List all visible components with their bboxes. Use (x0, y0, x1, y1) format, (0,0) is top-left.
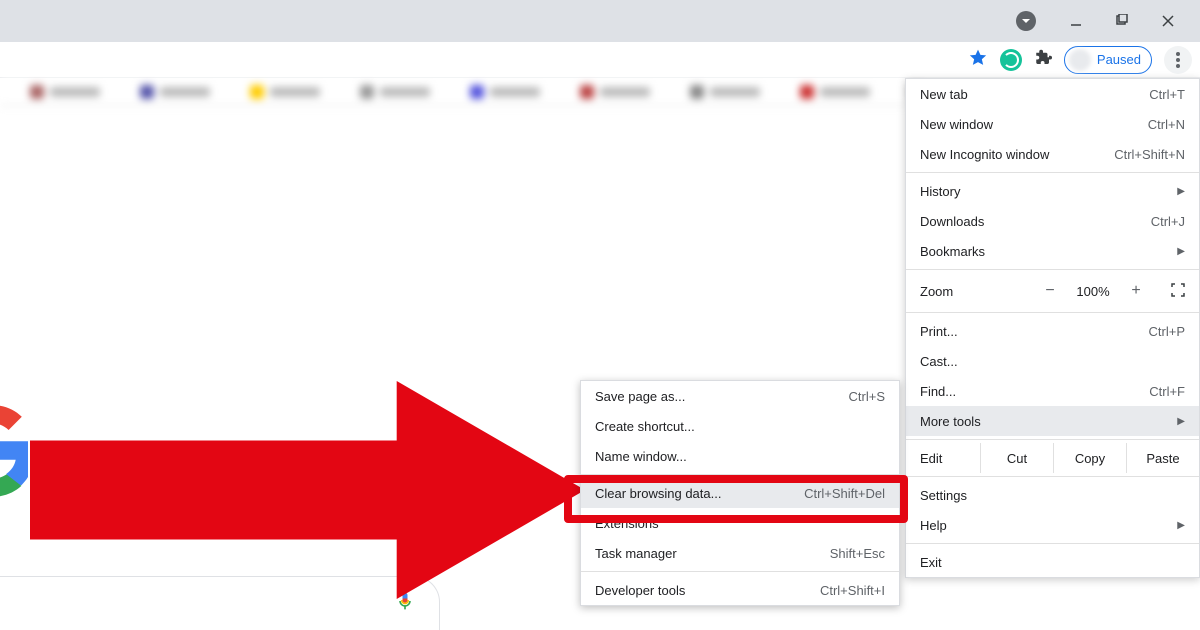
submenu-arrow-icon: ▶ (1177, 246, 1185, 257)
red-annotation-arrow (30, 380, 585, 600)
menu-item-label: Bookmarks (920, 244, 985, 259)
profile-button[interactable]: Paused (1064, 46, 1152, 74)
menu-item-label: Developer tools (595, 583, 685, 598)
menu-item-label: Settings (920, 488, 967, 503)
menu-help[interactable]: Help ▶ (906, 510, 1199, 540)
menu-item-label: New tab (920, 87, 968, 102)
copy-button[interactable]: Copy (1053, 443, 1126, 473)
window-titlebar (0, 0, 1200, 42)
menu-new-tab[interactable]: New tab Ctrl+T (906, 79, 1199, 109)
zoom-label: Zoom (920, 284, 980, 299)
menu-item-label: Help (920, 518, 947, 533)
submenu-save-page[interactable]: Save page as... Ctrl+S (581, 381, 899, 411)
menu-zoom-row: Zoom − 100% + (906, 273, 1199, 309)
zoom-in-button[interactable]: + (1125, 282, 1147, 300)
window-maximize-button[interactable] (1108, 7, 1136, 35)
bookmark-star-icon[interactable] (968, 48, 988, 71)
chrome-menu-button[interactable] (1164, 46, 1192, 74)
menu-item-shortcut: Ctrl+N (1148, 117, 1185, 132)
menu-incognito[interactable]: New Incognito window Ctrl+Shift+N (906, 139, 1199, 169)
menu-item-shortcut: Ctrl+T (1149, 87, 1185, 102)
menu-item-label: Cast... (920, 354, 958, 369)
more-tools-submenu: Save page as... Ctrl+S Create shortcut..… (580, 380, 900, 606)
menu-item-label: Find... (920, 384, 956, 399)
submenu-create-shortcut[interactable]: Create shortcut... (581, 411, 899, 441)
menu-item-shortcut: Shift+Esc (830, 546, 885, 561)
menu-item-label: Print... (920, 324, 958, 339)
menu-item-label: New window (920, 117, 993, 132)
fullscreen-button[interactable] (1171, 283, 1185, 300)
menu-history[interactable]: History ▶ (906, 176, 1199, 206)
submenu-developer-tools[interactable]: Developer tools Ctrl+Shift+I (581, 575, 899, 605)
zoom-value: 100% (1071, 284, 1115, 299)
submenu-arrow-icon: ▶ (1177, 520, 1185, 531)
menu-item-shortcut: Ctrl+Shift+Del (804, 486, 885, 501)
submenu-extensions[interactable]: Extensions (581, 508, 899, 538)
cut-button[interactable]: Cut (980, 443, 1053, 473)
menu-print[interactable]: Print... Ctrl+P (906, 316, 1199, 346)
menu-item-shortcut: Ctrl+Shift+N (1114, 147, 1185, 162)
menu-new-window[interactable]: New window Ctrl+N (906, 109, 1199, 139)
tab-search-icon[interactable] (1016, 11, 1036, 31)
menu-item-label: Clear browsing data... (595, 486, 721, 501)
profile-status-label: Paused (1097, 52, 1141, 67)
menu-edit-row: Edit Cut Copy Paste (906, 443, 1199, 473)
menu-item-shortcut: Ctrl+Shift+I (820, 583, 885, 598)
menu-item-label: Name window... (595, 449, 687, 464)
menu-item-shortcut: Ctrl+P (1149, 324, 1185, 339)
menu-downloads[interactable]: Downloads Ctrl+J (906, 206, 1199, 236)
menu-bookmarks[interactable]: Bookmarks ▶ (906, 236, 1199, 266)
menu-item-label: More tools (920, 414, 981, 429)
submenu-name-window[interactable]: Name window... (581, 441, 899, 471)
menu-item-label: History (920, 184, 960, 199)
window-minimize-button[interactable] (1062, 7, 1090, 35)
voice-search-icon[interactable] (395, 588, 415, 617)
menu-more-tools[interactable]: More tools ▶ (906, 406, 1199, 436)
submenu-arrow-icon: ▶ (1177, 416, 1185, 427)
menu-item-label: Downloads (920, 214, 984, 229)
menu-item-shortcut: Ctrl+S (849, 389, 885, 404)
avatar (1069, 49, 1091, 71)
browser-toolbar: Paused (0, 42, 1200, 78)
menu-item-shortcut: Ctrl+J (1151, 214, 1185, 229)
paste-button[interactable]: Paste (1126, 443, 1199, 473)
menu-item-label: Create shortcut... (595, 419, 695, 434)
menu-item-label: New Incognito window (920, 147, 1049, 162)
edit-label: Edit (920, 443, 980, 473)
menu-item-label: Task manager (595, 546, 677, 561)
menu-exit[interactable]: Exit (906, 547, 1199, 577)
menu-item-label: Extensions (595, 516, 659, 531)
menu-cast[interactable]: Cast... (906, 346, 1199, 376)
menu-item-label: Save page as... (595, 389, 685, 404)
menu-item-shortcut: Ctrl+F (1149, 384, 1185, 399)
chrome-main-menu: New tab Ctrl+T New window Ctrl+N New Inc… (905, 78, 1200, 578)
google-logo-fragment (0, 400, 28, 510)
search-box-edge[interactable] (0, 576, 440, 630)
window-close-button[interactable] (1154, 7, 1182, 35)
submenu-clear-browsing-data[interactable]: Clear browsing data... Ctrl+Shift+Del (581, 478, 899, 508)
grammarly-extension-icon[interactable] (1000, 49, 1022, 71)
menu-settings[interactable]: Settings (906, 480, 1199, 510)
extensions-icon[interactable] (1034, 49, 1052, 70)
submenu-arrow-icon: ▶ (1177, 186, 1185, 197)
zoom-out-button[interactable]: − (1039, 282, 1061, 300)
submenu-task-manager[interactable]: Task manager Shift+Esc (581, 538, 899, 568)
menu-item-label: Exit (920, 555, 942, 570)
menu-find[interactable]: Find... Ctrl+F (906, 376, 1199, 406)
